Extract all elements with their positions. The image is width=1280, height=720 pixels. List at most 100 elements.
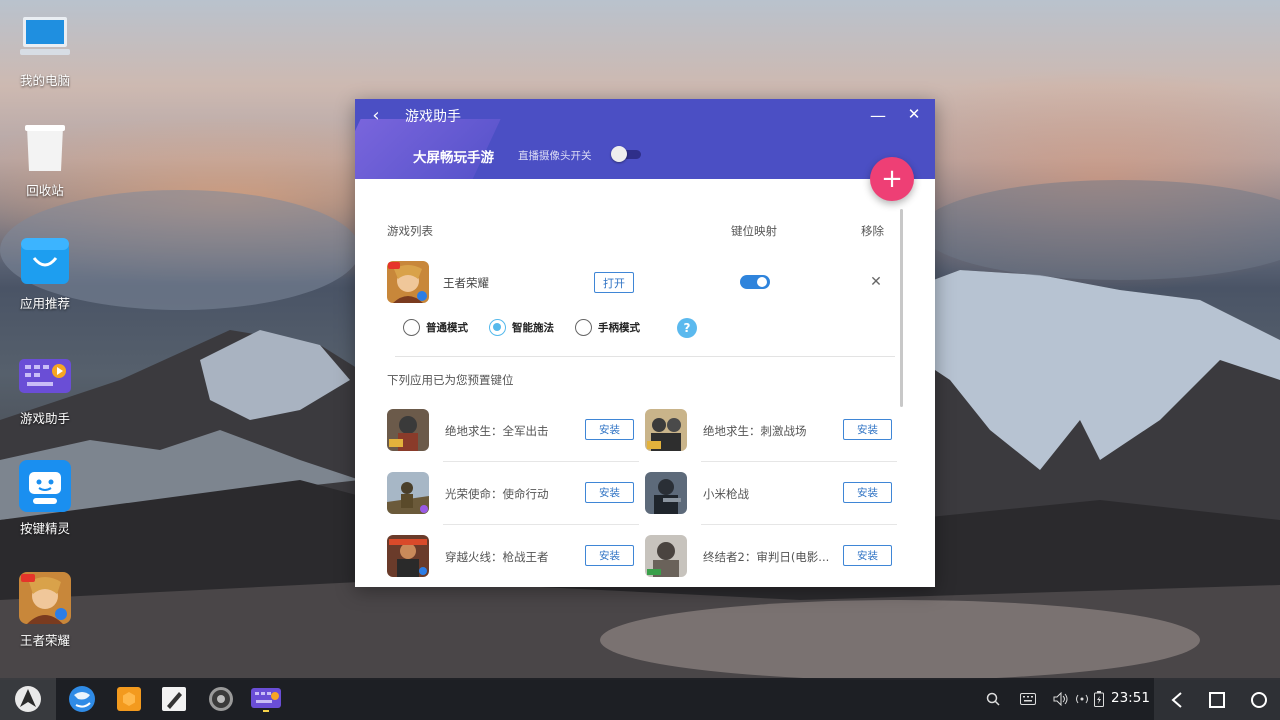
install-button[interactable]: 安装: [585, 545, 634, 566]
clock[interactable]: 23:51: [1111, 690, 1150, 706]
terminator-2-icon: [645, 535, 687, 577]
toggle-knob: [611, 146, 627, 162]
tray-volume[interactable]: [1053, 690, 1069, 708]
desktop-icon-label: 游戏助手: [19, 411, 70, 426]
tray-network[interactable]: [1073, 690, 1091, 708]
preset-game-item: 终结者2：审判日(电影... 安装: [645, 525, 895, 588]
window-title: 游戏助手: [405, 109, 461, 125]
column-header-keymap: 键位映射: [731, 224, 777, 238]
scrollbar[interactable]: [900, 209, 903, 407]
minimize-icon: —: [870, 105, 886, 125]
divider: [395, 356, 895, 357]
desktop-icon-computer[interactable]: 我的电脑: [8, 12, 82, 89]
preset-section-title: 下列应用已为您预置键位: [387, 373, 514, 387]
installed-game-row: 王者荣耀 打开 ✕: [387, 261, 887, 303]
preset-game-item: 小米枪战 安装: [645, 462, 897, 525]
preset-game-name: 绝地求生：全军出击: [445, 424, 549, 438]
minimize-button[interactable]: —: [867, 104, 889, 126]
search-icon: [986, 692, 1000, 706]
column-header-remove: 移除: [861, 224, 884, 238]
taskbar-app-files[interactable]: [113, 683, 145, 715]
desktop-icon-label: 按键精灵: [19, 521, 70, 536]
desktop-icon-game-assistant[interactable]: 游戏助手: [8, 350, 82, 427]
volume-icon: [1053, 692, 1068, 706]
open-game-button[interactable]: 打开: [594, 272, 634, 293]
tray-battery[interactable]: [1094, 690, 1104, 708]
desktop-icon-honor-of-kings[interactable]: 王者荣耀: [8, 572, 82, 649]
start-button[interactable]: [0, 678, 56, 720]
square-icon: [1209, 692, 1225, 708]
preset-game-name: 终结者2：审判日(电影...: [703, 550, 830, 564]
preset-game-name: 光荣使命：使命行动: [445, 487, 549, 501]
install-button[interactable]: 安装: [843, 482, 892, 503]
game-assistant-keyboard-icon: [19, 350, 71, 402]
taskbar-app-settings[interactable]: [205, 683, 237, 715]
mode-option-smart-cast[interactable]: 智能施法: [489, 317, 554, 337]
nav-back-button[interactable]: [1164, 687, 1190, 713]
desktop-icon-label: 我的电脑: [19, 73, 70, 88]
network-icon: [1076, 694, 1088, 704]
crossfire-icon: [387, 535, 429, 577]
start-logo-icon: [15, 686, 41, 712]
pubg-mobile-icon: [387, 409, 429, 451]
nav-recents-button[interactable]: [1246, 687, 1272, 713]
mode-label: 普通模式: [426, 321, 468, 334]
header-subtitle: 大屏畅玩手游: [413, 150, 494, 166]
add-game-button[interactable]: +: [870, 157, 914, 201]
mode-option-normal[interactable]: 普通模式: [403, 317, 468, 337]
preset-game-item: 绝地求生：刺激战场 安装: [645, 399, 897, 462]
game-avatar-icon: [19, 572, 71, 624]
install-button[interactable]: 安装: [843, 419, 892, 440]
pubg-battlefield-icon: [645, 409, 687, 451]
robot-face-icon: [19, 460, 71, 512]
remove-game-button[interactable]: ✕: [868, 272, 884, 292]
toggle-knob: [757, 277, 767, 287]
control-mode-group: 普通模式 智能施法 手柄模式: [403, 317, 723, 337]
taskbar-app-browser[interactable]: [66, 683, 98, 715]
install-button[interactable]: 安装: [585, 419, 634, 440]
nav-home-button[interactable]: [1204, 687, 1230, 713]
back-button[interactable]: ‹: [365, 104, 387, 126]
close-icon: ✕: [870, 274, 882, 290]
mode-label: 手柄模式: [598, 321, 640, 334]
camera-toggle[interactable]: [611, 146, 643, 162]
radio-button[interactable]: [575, 318, 592, 336]
window-body: 游戏列表 键位映射 移除 王者荣耀 打开 ✕ 普通模式 智能施法 手柄模式 ? …: [355, 179, 935, 587]
battery-icon: [1094, 691, 1104, 707]
install-button[interactable]: 安装: [843, 545, 892, 566]
desktop-icon-recycle-bin[interactable]: 回收站: [8, 122, 82, 199]
taskbar: 23:51: [0, 678, 1280, 720]
keyboard-icon: [1020, 693, 1036, 705]
preset-game-item: 穿越火线：枪战王者 安装: [387, 525, 637, 588]
game-assistant-window: ‹ 游戏助手 — ✕ 大屏畅玩手游 直播摄像头开关 游戏列表 键位映射 移除 王…: [355, 99, 935, 587]
honor-of-kings-icon: [387, 261, 429, 303]
circle-icon: [1251, 692, 1267, 708]
files-folder-icon: [117, 687, 141, 711]
keymap-toggle[interactable]: [740, 275, 770, 289]
help-icon[interactable]: ?: [677, 318, 697, 338]
browser-globe-icon: [69, 686, 95, 712]
mode-label: 智能施法: [512, 321, 554, 334]
mode-option-gamepad[interactable]: 手柄模式: [575, 317, 640, 337]
recycle-bin-icon: [19, 122, 71, 174]
game-assistant-keyboard-icon: [251, 688, 281, 712]
tray-search[interactable]: [986, 690, 1000, 708]
preset-game-item: 光荣使命：使命行动 安装: [387, 462, 639, 525]
column-header-games: 游戏列表: [387, 224, 433, 238]
glorious-mission-icon: [387, 472, 429, 514]
taskbar-app-editor[interactable]: [158, 683, 190, 715]
tray-keyboard[interactable]: [1020, 690, 1036, 708]
preset-game-name: 小米枪战: [703, 487, 749, 501]
taskbar-app-game-assistant[interactable]: [250, 683, 282, 715]
desktop-icon-label: 应用推荐: [19, 296, 70, 311]
preset-game-name: 穿越火线：枪战王者: [445, 550, 549, 564]
radio-button[interactable]: [403, 318, 420, 336]
plus-icon: +: [881, 164, 903, 194]
close-button[interactable]: ✕: [903, 103, 925, 125]
desktop-icon-app-store[interactable]: 应用推荐: [8, 235, 82, 312]
desktop-icon-key-sprite[interactable]: 按键精灵: [8, 460, 82, 537]
preset-game-name: 绝地求生：刺激战场: [703, 424, 807, 438]
app-store-bag-icon: [19, 235, 71, 287]
install-button[interactable]: 安装: [585, 482, 634, 503]
radio-button[interactable]: [489, 318, 506, 336]
